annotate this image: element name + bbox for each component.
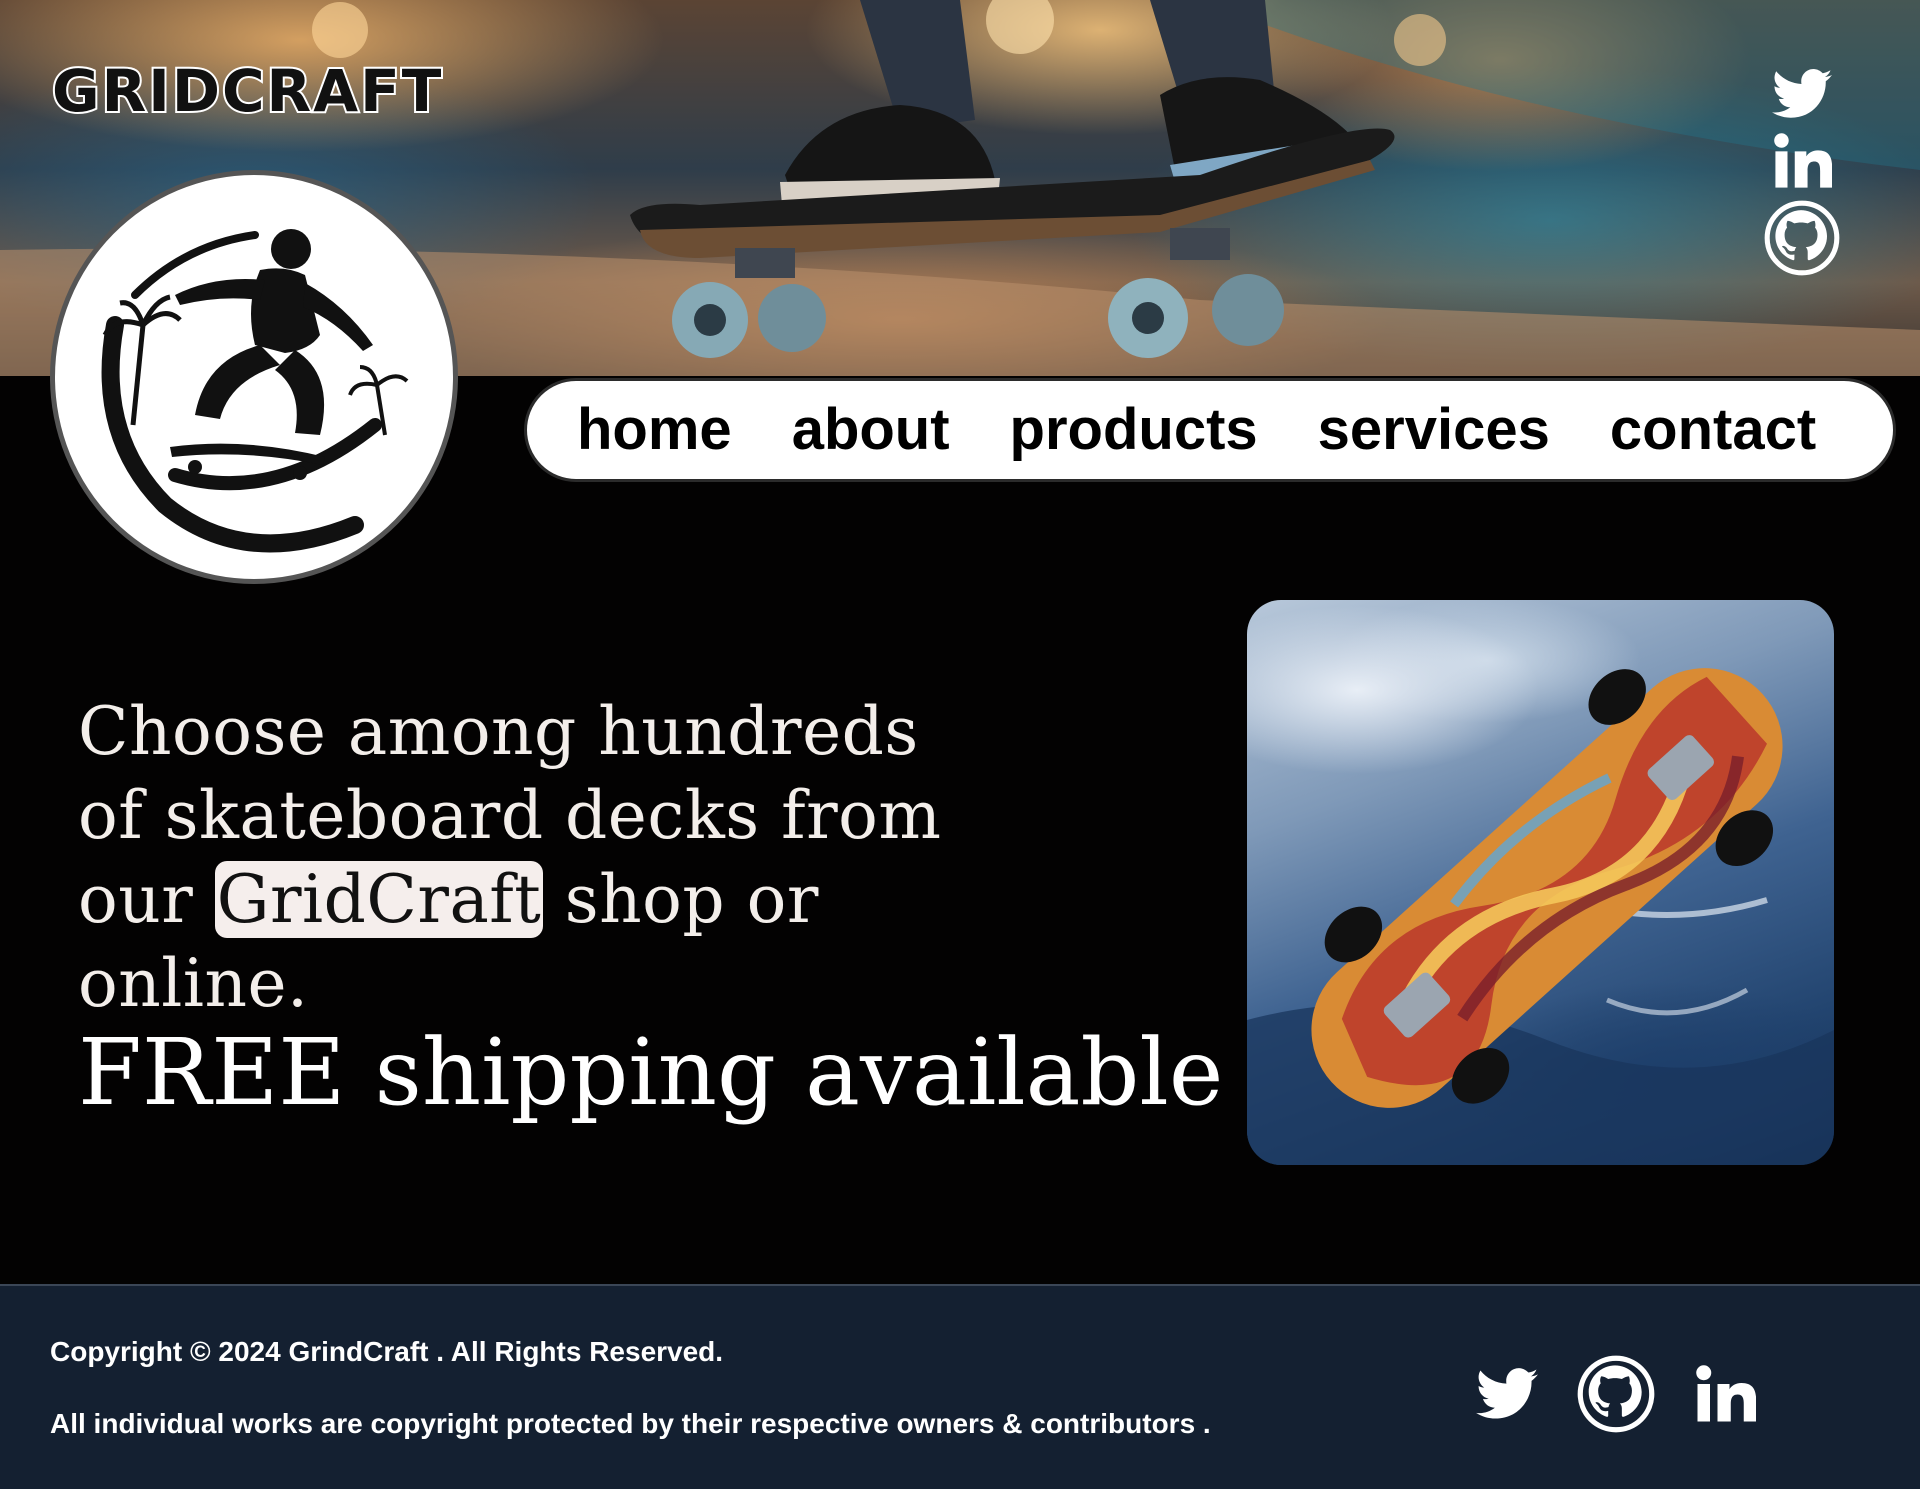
social-links-footer (1476, 1354, 1756, 1434)
intro-text: Choose among hundreds of skateboard deck… (78, 690, 958, 1026)
shop-name-highlight: GridCraft (214, 861, 544, 938)
nav-item-home[interactable]: home (577, 401, 732, 459)
linkedin-icon[interactable] (1694, 1364, 1756, 1424)
social-links-header (1762, 68, 1842, 276)
footer: Copyright © 2024 GrindCraft . All Rights… (0, 1284, 1920, 1489)
page: GRIDCRAFT home about products services c… (0, 0, 1920, 1489)
skater-silhouette-image (101, 229, 409, 553)
linkedin-icon[interactable] (1772, 132, 1832, 190)
rights-notice: All individual works are copyright prote… (50, 1408, 1211, 1439)
main-nav: home about products services contact (524, 378, 1896, 482)
nav-item-products[interactable]: products (1010, 401, 1258, 459)
copyright-text: Copyright © 2024 GrindCraft . All Rights… (50, 1336, 724, 1367)
nav-item-services[interactable]: services (1318, 401, 1550, 459)
free-shipping-banner: FREE shipping available (78, 1019, 1224, 1126)
nav-item-about[interactable]: about (792, 401, 950, 459)
skater-logo[interactable] (50, 170, 458, 584)
skateboard-deck-image[interactable] (1247, 600, 1834, 1165)
github-icon[interactable] (1577, 1355, 1655, 1433)
twitter-icon[interactable] (1772, 68, 1832, 120)
twitter-icon[interactable] (1476, 1367, 1538, 1421)
brand-logo-text[interactable]: GRIDCRAFT (50, 60, 443, 122)
skateboard-deck-art (1247, 668, 1834, 1165)
nav-item-contact[interactable]: contact (1610, 401, 1816, 459)
github-icon[interactable] (1764, 200, 1840, 276)
